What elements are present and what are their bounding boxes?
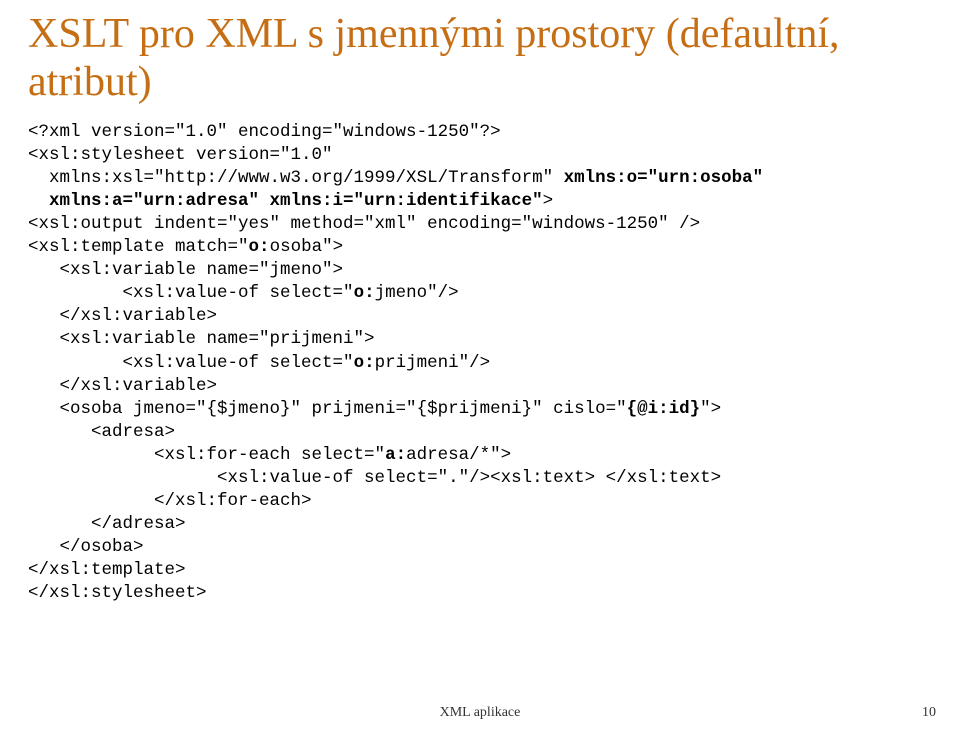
slide-title: XSLT pro XML s jmennými prostory (defaul… (28, 10, 932, 107)
code-line: <xsl:value-of select=" (28, 283, 354, 303)
code-line: </xsl:stylesheet> (28, 583, 207, 603)
code-line: <xsl:output indent="yes" method="xml" en… (28, 214, 700, 234)
code-line: <xsl:for-each select=" (28, 445, 385, 465)
code-line: "> (700, 399, 721, 419)
code-line: <xsl:variable name="jmeno"> (28, 260, 343, 280)
code-line: <xsl:template match=" (28, 237, 249, 257)
code-bold: o: (354, 353, 375, 373)
code-line: </xsl:for-each> (28, 491, 312, 511)
code-line: <xsl:value-of select="."/><xsl:text> </x… (28, 468, 721, 488)
code-line: </osoba> (28, 537, 144, 557)
code-bold: {@i:id} (627, 399, 701, 419)
code-line: </adresa> (28, 514, 186, 534)
code-line: xmlns:xsl="http://www.w3.org/1999/XSL/Tr… (28, 168, 564, 188)
code-bold: a: (385, 445, 406, 465)
code-bold: xmlns:a="urn:adresa" xmlns:i="urn:identi… (28, 191, 543, 211)
footer-center: XML aplikace (0, 705, 960, 721)
code-line: <xsl:variable name="prijmeni"> (28, 329, 375, 349)
code-bold: o: (249, 237, 270, 257)
code-bold: xmlns:o="urn:osoba" (564, 168, 764, 188)
code-line: prijmeni"/> (375, 353, 491, 373)
code-block: <?xml version="1.0" encoding="windows-12… (28, 121, 932, 606)
code-line: <xsl:value-of select=" (28, 353, 354, 373)
code-line: adresa/*"> (406, 445, 511, 465)
code-line: <?xml version="1.0" encoding="windows-12… (28, 122, 501, 142)
code-line: > (543, 191, 554, 211)
code-line: osoba"> (270, 237, 344, 257)
code-line: <osoba jmeno="{$jmeno}" prijmeni="{$prij… (28, 399, 627, 419)
code-line: <adresa> (28, 422, 175, 442)
code-line: </xsl:variable> (28, 306, 217, 326)
code-bold: o: (354, 283, 375, 303)
footer-page-number: 10 (922, 705, 936, 721)
code-line: jmeno"/> (375, 283, 459, 303)
code-line: </xsl:template> (28, 560, 186, 580)
code-line: <xsl:stylesheet version="1.0" (28, 145, 333, 165)
code-line: </xsl:variable> (28, 376, 217, 396)
